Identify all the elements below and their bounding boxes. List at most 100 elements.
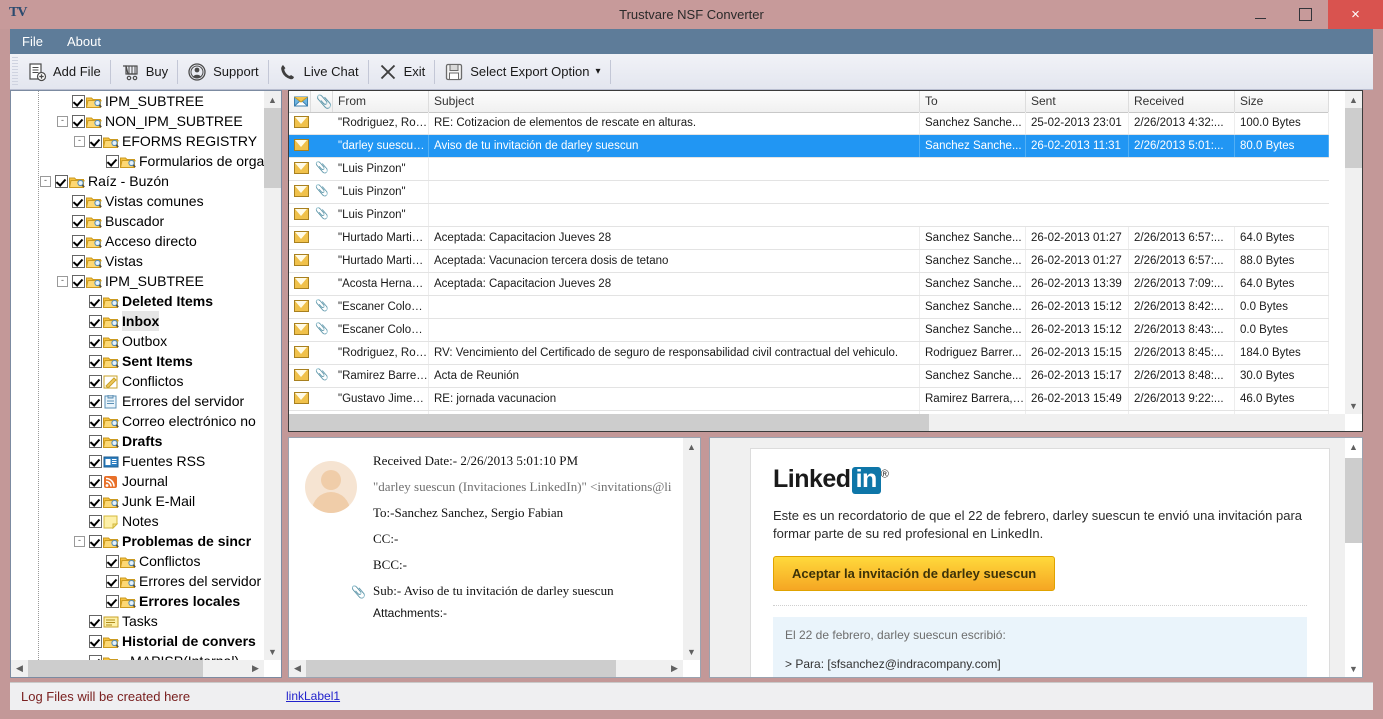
log-path-link[interactable]: linkLabel1 — [286, 683, 340, 710]
tree-expander-icon[interactable]: - — [57, 276, 68, 287]
tree-node-checkbox[interactable] — [89, 455, 102, 468]
tree-node-checkbox[interactable] — [89, 315, 102, 328]
tree-node[interactable]: -Raíz - Buzón — [11, 171, 266, 191]
tree-node-checkbox[interactable] — [89, 535, 102, 548]
tree-node[interactable]: -EFORMS REGISTRY — [11, 131, 266, 151]
column-header-subject[interactable]: Subject — [429, 91, 920, 112]
tree-node-checkbox[interactable] — [72, 255, 85, 268]
tree-hscrollbar[interactable]: ◀ ▶ — [11, 660, 264, 677]
table-row[interactable]: "Hurtado Martine...Aceptada: Capacitacio… — [289, 227, 1329, 250]
tree-scroll-up-arrow[interactable]: ▲ — [264, 91, 281, 108]
table-row[interactable]: "darley suescun (...Aviso de tu invitaci… — [289, 135, 1329, 158]
tree-node[interactable]: Conflictos — [11, 371, 266, 391]
tree-vscrollbar[interactable]: ▲ ▼ — [264, 91, 281, 660]
column-header-received[interactable]: Received — [1129, 91, 1235, 112]
tree-node[interactable]: Formularios de orga — [11, 151, 266, 171]
tree-node[interactable]: Tasks — [11, 611, 266, 631]
tree-node-checkbox[interactable] — [89, 515, 102, 528]
message-list-vscrollbar[interactable]: ▲ ▼ — [1345, 91, 1362, 414]
tree-node[interactable]: Acceso directo — [11, 231, 266, 251]
tree-node-checkbox[interactable] — [89, 615, 102, 628]
table-row[interactable]: 📎"Luis Pinzon" EXAMEN MEDICO JOSE RUEDAR… — [289, 181, 1329, 204]
select-export-option-button[interactable]: Select Export Option ▾ — [435, 54, 609, 89]
tree-node-checkbox[interactable] — [72, 235, 85, 248]
tree-expander-icon[interactable]: - — [40, 176, 51, 187]
accept-invitation-button[interactable]: Aceptar la invitación de darley suescun — [773, 556, 1055, 591]
tree-node-checkbox[interactable] — [89, 135, 102, 148]
table-row[interactable]: 📎"Luis Pinzon" Rv: Documentacion ....SPS… — [289, 158, 1329, 181]
table-row[interactable]: 📎"Escaner Colomb...Sanchez Sanche...26-0… — [289, 319, 1329, 342]
tree-vscroll-thumb[interactable] — [264, 108, 281, 188]
close-button[interactable]: × — [1328, 0, 1383, 29]
chevron-down-icon[interactable]: ▾ — [595, 66, 600, 77]
message-vscroll-thumb[interactable] — [1345, 108, 1362, 168]
column-header-to[interactable]: To — [920, 91, 1026, 112]
tree-node[interactable]: Conflictos — [11, 551, 266, 571]
message-list-rows[interactable]: "Rodriguez, Roci...RE: Cotizacion de ele… — [289, 112, 1329, 432]
tree-node-checkbox[interactable] — [106, 575, 119, 588]
tree-node-checkbox[interactable] — [72, 115, 85, 128]
table-row[interactable]: 📎"Ramirez Barrera,...Acta de ReuniónSanc… — [289, 365, 1329, 388]
message-list-panel[interactable]: 📎FromSubjectToSentReceivedSize "Rodrigue… — [288, 90, 1363, 432]
add-file-button[interactable]: Add File — [18, 54, 110, 89]
tree-node[interactable]: -NON_IPM_SUBTREE — [11, 111, 266, 131]
column-header-from[interactable]: From — [333, 91, 429, 112]
tree-node[interactable]: Fuentes RSS — [11, 451, 266, 471]
preview-scroll-down-arrow[interactable]: ▼ — [1345, 660, 1362, 677]
tree-node-checkbox[interactable] — [89, 295, 102, 308]
menu-item-about[interactable]: About — [55, 29, 113, 54]
tree-node[interactable]: Junk E-Mail — [11, 491, 266, 511]
tree-node[interactable]: Notes — [11, 511, 266, 531]
table-row[interactable]: 📎"Luis Pinzon" PLANILLAS VANS SPS 711Ram… — [289, 204, 1329, 227]
live-chat-button[interactable]: Live Chat — [269, 54, 368, 89]
html-preview-panel[interactable]: Linkedin® Este es un recordatorio de que… — [709, 437, 1363, 678]
menu-item-file[interactable]: File — [10, 29, 55, 54]
table-row[interactable]: "Rodriguez, Roci...RV: Vencimiento del C… — [289, 342, 1329, 365]
detail-scroll-right-arrow[interactable]: ▶ — [666, 660, 683, 677]
tree-node-checkbox[interactable] — [89, 475, 102, 488]
preview-vscroll-thumb[interactable] — [1345, 458, 1362, 543]
tree-node-checkbox[interactable] — [89, 495, 102, 508]
message-scroll-down-arrow[interactable]: ▼ — [1345, 397, 1362, 414]
minimize-button[interactable] — [1238, 0, 1283, 29]
table-row[interactable]: "Acosta Hernand...Aceptada: Capacitacion… — [289, 273, 1329, 296]
tree-node[interactable]: Correo electrónico no — [11, 411, 266, 431]
detail-hscrollbar[interactable]: ◀ ▶ — [289, 660, 683, 677]
tree-node-checkbox[interactable] — [72, 215, 85, 228]
table-row[interactable]: "Rodriguez, Roci...RE: Cotizacion de ele… — [289, 112, 1329, 135]
tree-node[interactable]: Historial de convers — [11, 631, 266, 651]
table-row[interactable]: "Gustavo Jimene...RE: jornada vacunacion… — [289, 388, 1329, 411]
folder-tree-panel[interactable]: IPM_SUBTREE-NON_IPM_SUBTREE-EFORMS REGIS… — [10, 90, 282, 678]
tree-node-checkbox[interactable] — [89, 395, 102, 408]
exit-button[interactable]: Exit — [369, 54, 435, 89]
detail-vscrollbar[interactable]: ▲ ▼ — [683, 438, 700, 660]
tree-expander-icon[interactable]: - — [74, 536, 85, 547]
table-row[interactable]: 📎"Escaner Colomb...Sanchez Sanche...26-0… — [289, 296, 1329, 319]
column-header-sent[interactable]: Sent — [1026, 91, 1129, 112]
tree-node-checkbox[interactable] — [89, 375, 102, 388]
buy-button[interactable]: Buy — [111, 54, 177, 89]
message-hscroll-thumb[interactable] — [289, 414, 929, 431]
tree-node[interactable]: -IPM_SUBTREE — [11, 271, 266, 291]
tree-node[interactable]: Journal — [11, 471, 266, 491]
tree-expander-icon[interactable]: - — [57, 116, 68, 127]
tree-node-checkbox[interactable] — [106, 155, 119, 168]
tree-node[interactable]: Vistas — [11, 251, 266, 271]
tree-node-checkbox[interactable] — [89, 635, 102, 648]
tree-node[interactable]: Errores del servidor — [11, 391, 266, 411]
tree-node-checkbox[interactable] — [72, 195, 85, 208]
message-detail-panel[interactable]: Received Date:- 2/26/2013 5:01:10 PM "da… — [288, 437, 701, 678]
tree-node-checkbox[interactable] — [89, 335, 102, 348]
tree-node-checkbox[interactable] — [106, 555, 119, 568]
tree-node[interactable]: Outbox — [11, 331, 266, 351]
column-header-attach[interactable]: 📎 — [311, 91, 333, 112]
tree-scroll-left-arrow[interactable]: ◀ — [11, 660, 28, 677]
tree-node-checkbox[interactable] — [89, 355, 102, 368]
tree-node[interactable]: Sent Items — [11, 351, 266, 371]
tree-node-checkbox[interactable] — [72, 275, 85, 288]
tree-node[interactable]: Errores del servidor — [11, 571, 266, 591]
detail-hscroll-thumb[interactable] — [306, 660, 616, 677]
tree-node[interactable]: Buscador — [11, 211, 266, 231]
support-button[interactable]: Support — [178, 54, 268, 89]
folder-tree[interactable]: IPM_SUBTREE-NON_IPM_SUBTREE-EFORMS REGIS… — [11, 91, 266, 661]
